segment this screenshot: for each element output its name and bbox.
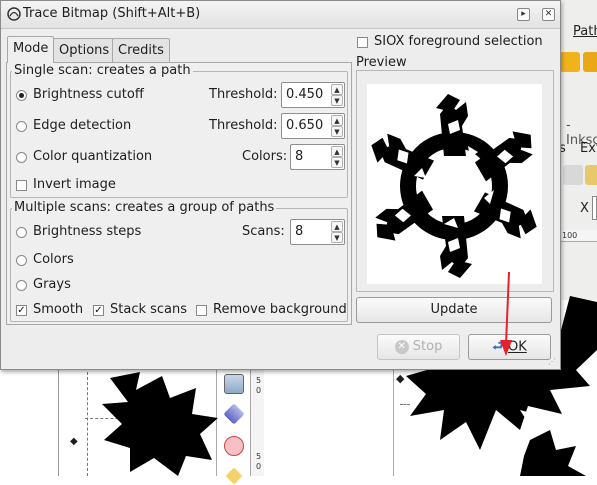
brightness-threshold-value[interactable]: 0.450 <box>286 87 323 102</box>
resize-grip-icon[interactable]: ⋰ <box>548 357 558 367</box>
bg-3dbox-tool-icon[interactable] <box>223 403 245 425</box>
stack-scans-label[interactable]: Stack scans <box>110 302 187 317</box>
spin-down-icon[interactable]: ▼ <box>331 126 343 137</box>
bg-ruler-digit: 0 <box>256 386 262 395</box>
edge-detection-radio[interactable] <box>16 121 27 132</box>
bg-x-label: X <box>580 201 589 216</box>
smooth-label[interactable]: Smooth <box>33 302 83 317</box>
brightness-threshold-spinner[interactable]: 0.450 ▲ ▼ <box>281 82 345 108</box>
spin-down-icon[interactable]: ▼ <box>331 95 343 106</box>
dialog-close-button[interactable]: ✕ <box>542 8 555 21</box>
tab-mode-label: Mode <box>13 41 49 56</box>
smooth-checkbox[interactable]: ✓ <box>16 305 27 316</box>
stop-button-label: Stop <box>412 339 443 354</box>
edge-detection-label[interactable]: Edge detection <box>33 118 131 133</box>
snowflake-preview-graphic <box>365 94 543 278</box>
brightness-steps-label[interactable]: Brightness steps <box>33 224 141 239</box>
bg-canvas-edge <box>58 370 59 476</box>
bg-undo-icon[interactable] <box>560 52 580 72</box>
colors-count-value[interactable]: 8 <box>295 149 303 164</box>
bg-ruler-digit: 5 <box>256 376 262 385</box>
stop-button[interactable]: ✕ Stop <box>377 334 460 360</box>
color-quantization-label[interactable]: Color quantization <box>33 149 152 164</box>
stop-icon: ✕ <box>394 339 409 354</box>
spin-down-icon[interactable]: ▼ <box>331 157 343 168</box>
dialog-titlebar[interactable]: Trace Bitmap (Shift+Alt+B) ▸ ✕ <box>1 1 560 29</box>
bg-guide-line-v <box>87 372 88 476</box>
grays-radio[interactable] <box>16 280 27 291</box>
spin-up-icon[interactable]: ▲ <box>331 146 343 157</box>
grays-label[interactable]: Grays <box>33 277 71 292</box>
dialog-title: Trace Bitmap (Shift+Alt+B) <box>23 6 201 21</box>
bg-ellipse-tool-icon[interactable] <box>224 436 244 456</box>
brightness-steps-radio[interactable] <box>16 227 27 238</box>
bg-toolbar-icon-2[interactable] <box>585 165 597 185</box>
scans-count-value[interactable]: 8 <box>295 224 303 239</box>
tab-credits-label: Credits <box>118 43 164 58</box>
bg-x-field[interactable] <box>592 196 597 220</box>
brightness-threshold-label: Threshold: <box>209 87 278 102</box>
trace-bitmap-dialog: Trace Bitmap (Shift+Alt+B) ▸ ✕ Mode Opti… <box>0 0 561 370</box>
bg-redo-icon[interactable] <box>583 52 597 72</box>
spin-down-icon[interactable]: ▼ <box>331 232 343 243</box>
siox-checkbox[interactable] <box>357 37 368 48</box>
bg-ruler-digit: 5 <box>256 452 262 461</box>
preview-legend: Preview <box>356 55 407 70</box>
stack-scans-checkbox[interactable]: ✓ <box>93 305 104 316</box>
annotation-arrow-icon <box>500 271 512 356</box>
colors-count-label: Colors: <box>242 149 288 164</box>
bg-resize-handle-icon[interactable]: ◆ <box>70 436 78 447</box>
bg-toolbar-icon[interactable] <box>563 165 583 185</box>
bg-menu-extensions[interactable]: Ext <box>580 141 597 156</box>
tab-credits[interactable]: Credits <box>112 38 170 62</box>
edge-threshold-value[interactable]: 0.650 <box>286 118 323 133</box>
tab-mode[interactable]: Mode <box>7 36 55 63</box>
bg-ruler-digit: 0 <box>256 462 262 471</box>
scans-count-spinner[interactable]: 8 ▲ ▼ <box>290 219 345 245</box>
bg-rect-tool-icon[interactable] <box>224 374 244 394</box>
tab-options[interactable]: Options <box>53 38 116 62</box>
color-quantization-radio[interactable] <box>16 152 27 163</box>
single-scan-legend: Single scan: creates a path <box>12 63 193 78</box>
remove-background-checkbox[interactable] <box>196 305 207 316</box>
update-button-label: Update <box>430 302 478 317</box>
edge-threshold-label: Threshold: <box>209 118 278 133</box>
inkscape-app-icon <box>7 7 21 21</box>
dialog-menu-button[interactable]: ▸ <box>517 8 530 21</box>
bg-menu-path[interactable]: Path <box>573 24 597 39</box>
multiple-scans-legend: Multiple scans: creates a group of paths <box>12 200 277 215</box>
colors-label[interactable]: Colors <box>33 252 74 267</box>
brightness-cutoff-label[interactable]: Brightness cutoff <box>33 87 144 102</box>
invert-image-checkbox[interactable] <box>16 180 27 191</box>
bg-star-tool-icon[interactable] <box>225 467 243 485</box>
tab-options-label: Options <box>59 43 110 58</box>
invert-image-label[interactable]: Invert image <box>33 177 116 192</box>
spin-up-icon[interactable]: ▲ <box>331 84 343 95</box>
preview-image <box>365 84 543 284</box>
colors-count-spinner[interactable]: 8 ▲ ▼ <box>290 144 345 170</box>
colors-radio[interactable] <box>16 255 27 266</box>
spin-up-icon[interactable]: ▲ <box>331 115 343 126</box>
bg-ruler-number: 100 <box>562 231 578 240</box>
spin-up-icon[interactable]: ▲ <box>331 221 343 232</box>
siox-label[interactable]: SIOX foreground selection <box>374 34 543 49</box>
brightness-cutoff-radio[interactable] <box>16 90 27 101</box>
bg-traced-shape-left <box>102 372 218 476</box>
remove-background-label[interactable]: Remove background <box>213 302 347 317</box>
edge-threshold-spinner[interactable]: 0.650 ▲ ▼ <box>281 113 345 139</box>
scans-count-label: Scans: <box>242 224 285 239</box>
